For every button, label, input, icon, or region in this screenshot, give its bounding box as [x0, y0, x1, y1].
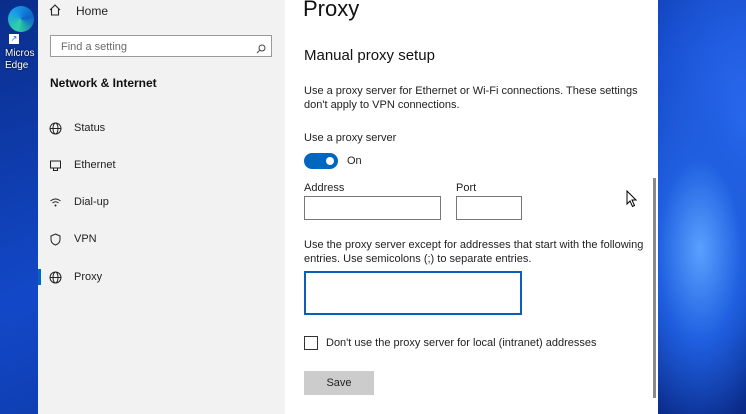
- search-input[interactable]: [59, 36, 253, 58]
- port-label: Port: [456, 182, 477, 194]
- use-proxy-label: Use a proxy server: [304, 132, 397, 144]
- page-title: Proxy: [303, 0, 360, 21]
- toggle-knob: [326, 157, 334, 165]
- ethernet-icon: [48, 158, 62, 172]
- selected-indicator: [38, 269, 41, 285]
- proxy-description: Use a proxy server for Ethernet or Wi-Fi…: [304, 85, 638, 111]
- sidebar-item-label: Ethernet: [74, 159, 116, 171]
- sidebar-item-label: Dial-up: [74, 196, 109, 208]
- settings-search-box[interactable]: [50, 35, 272, 58]
- save-button[interactable]: Save: [304, 371, 374, 395]
- home-label: Home: [76, 4, 109, 18]
- proxy-globe-icon: [48, 270, 62, 284]
- port-field[interactable]: [456, 196, 522, 220]
- settings-sidebar: Home Network & Internet Status Ethernet: [38, 0, 285, 414]
- mouse-cursor-icon: [626, 190, 638, 208]
- sidebar-item-label: Proxy: [74, 271, 103, 283]
- sidebar-item-home[interactable]: Home: [48, 0, 108, 22]
- shortcut-arrow-icon: ↗: [9, 34, 19, 44]
- sidebar-item-vpn[interactable]: VPN: [38, 225, 285, 253]
- sidebar-item-label: Status: [74, 122, 106, 134]
- home-icon: [48, 3, 62, 20]
- search-icon[interactable]: [256, 41, 266, 54]
- content-scrollbar[interactable]: [653, 178, 656, 398]
- local-addresses-checkbox[interactable]: [304, 336, 318, 350]
- address-input[interactable]: [305, 197, 440, 219]
- exceptions-field[interactable]: [304, 271, 522, 315]
- section-heading: Manual proxy setup: [304, 47, 435, 64]
- sidebar-item-label: VPN: [74, 233, 97, 245]
- sidebar-item-proxy[interactable]: Proxy: [38, 263, 285, 291]
- sidebar-section-title: Network & Internet: [50, 76, 157, 90]
- use-proxy-toggle[interactable]: [304, 153, 338, 169]
- address-field[interactable]: [304, 196, 441, 220]
- toggle-state-label: On: [347, 155, 362, 167]
- sidebar-item-status[interactable]: Status: [38, 114, 285, 142]
- exceptions-description: Use the proxy server except for addresse…: [304, 239, 644, 265]
- proxy-settings-pane: Proxy Manual proxy setup Use a proxy ser…: [285, 0, 658, 414]
- sidebar-item-dialup[interactable]: Dial-up: [38, 188, 285, 216]
- exceptions-textarea[interactable]: [306, 273, 520, 313]
- dialup-icon: [48, 195, 62, 209]
- sidebar-item-ethernet[interactable]: Ethernet: [38, 151, 285, 179]
- address-label: Address: [304, 182, 345, 194]
- local-addresses-label: Don't use the proxy server for local (in…: [326, 337, 597, 349]
- globe-icon: [48, 121, 62, 135]
- edge-desktop-shortcut[interactable]: ↗ Micros Edge: [0, 0, 38, 80]
- vpn-icon: [48, 232, 62, 246]
- edge-icon: [8, 6, 34, 32]
- port-input[interactable]: [457, 197, 521, 219]
- settings-window: Home Network & Internet Status Ethernet: [38, 0, 658, 414]
